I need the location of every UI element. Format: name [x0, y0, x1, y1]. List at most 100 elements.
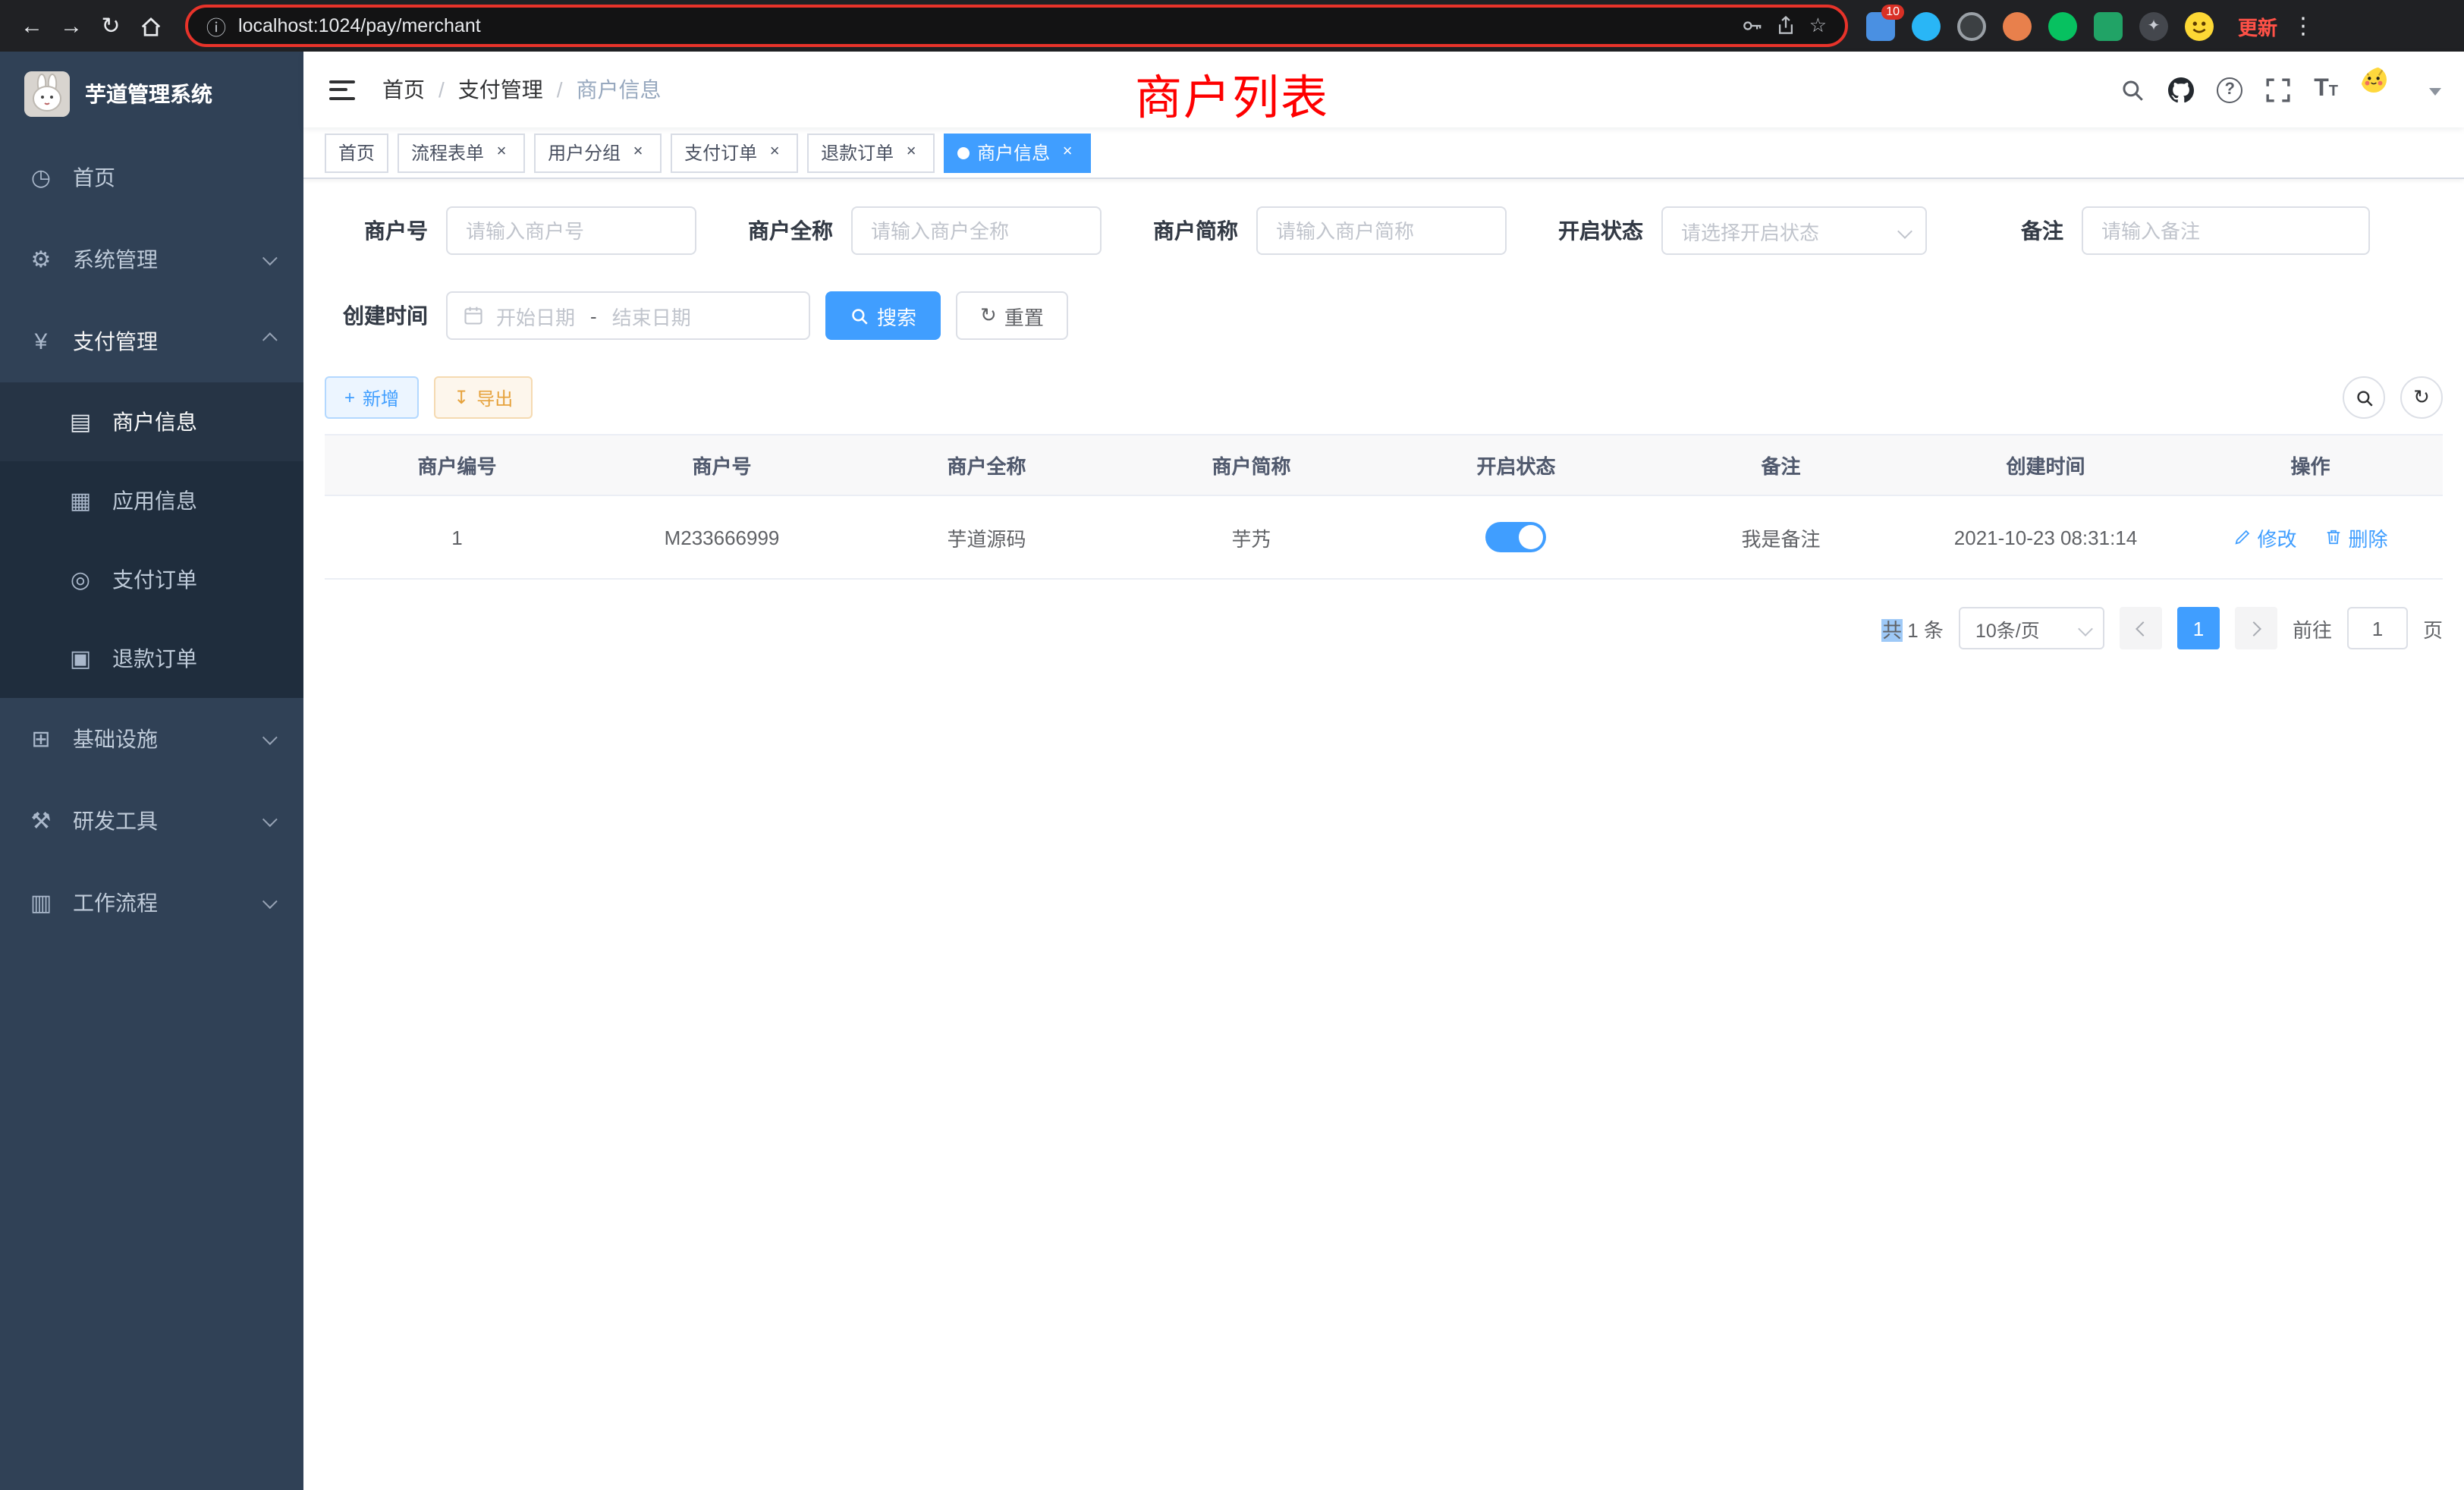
export-button[interactable]: ↧ 导出	[434, 376, 533, 419]
sidebar-item-refund-order[interactable]: ▣ 退款订单	[0, 619, 303, 698]
browser-update-button[interactable]: 更新	[2232, 11, 2283, 40]
sidebar-item-label: 应用信息	[112, 486, 197, 516]
extension-icon-2[interactable]	[1912, 11, 1941, 40]
status-select[interactable]: 请选择开启状态	[1661, 206, 1927, 255]
goto-page-input[interactable]	[2347, 607, 2408, 649]
password-key-icon[interactable]	[1743, 15, 1764, 36]
cell-merchant-id: 1	[325, 495, 589, 579]
help-icon[interactable]: ?	[2217, 77, 2242, 102]
sidebar-item-system[interactable]: ⚙ 系统管理	[0, 218, 303, 300]
profile-avatar-icon[interactable]	[2185, 11, 2214, 40]
share-icon[interactable]	[1776, 15, 1797, 36]
tab-user-group[interactable]: 用户分组 ×	[534, 133, 662, 172]
short-name-input[interactable]	[1256, 206, 1507, 255]
page-size-select[interactable]: 10条/页	[1959, 607, 2104, 649]
tab-refund-order[interactable]: 退款订单 ×	[807, 133, 935, 172]
tab-home[interactable]: 首页	[325, 133, 388, 172]
status-toggle[interactable]	[1486, 522, 1547, 552]
close-icon[interactable]: ×	[628, 143, 648, 162]
cell-full-name: 芋道源码	[854, 495, 1119, 579]
form-item-create-time: 创建时间 开始日期 - 结束日期	[325, 291, 810, 340]
close-icon[interactable]: ×	[765, 143, 784, 162]
goto-suffix: 页	[2423, 614, 2443, 643]
breadcrumb-separator: /	[557, 77, 563, 102]
remark-input[interactable]	[2082, 206, 2370, 255]
delete-button[interactable]: 删除	[2324, 523, 2388, 552]
workflow-icon: ▥	[27, 889, 55, 916]
site-info-icon[interactable]: ⓘ	[206, 11, 226, 40]
merchant-no-input[interactable]	[446, 206, 696, 255]
app-grid-icon: ▦	[67, 487, 94, 514]
extension-icon-6[interactable]	[2094, 11, 2123, 40]
back-icon[interactable]: ←	[12, 6, 52, 46]
home-icon[interactable]	[130, 6, 170, 46]
merchant-no-label: 商户号	[325, 215, 428, 246]
chevron-down-icon	[2078, 621, 2093, 637]
close-icon[interactable]: ×	[901, 143, 921, 162]
sidebar-item-app-info[interactable]: ▦ 应用信息	[0, 461, 303, 540]
next-page-button[interactable]	[2235, 607, 2277, 649]
col-create-time: 创建时间	[1913, 435, 2178, 495]
yen-icon: ¥	[27, 328, 55, 354]
breadcrumb-payment[interactable]: 支付管理	[458, 74, 543, 105]
bookmark-star-icon[interactable]: ☆	[1809, 14, 1827, 38]
search-icon[interactable]	[2120, 77, 2145, 102]
sidebar-item-workflow[interactable]: ▥ 工作流程	[0, 862, 303, 944]
forward-icon[interactable]: →	[52, 6, 91, 46]
github-icon[interactable]	[2168, 77, 2194, 102]
cell-short-name: 芋艿	[1119, 495, 1384, 579]
extension-icon-5[interactable]	[2048, 11, 2077, 40]
extension-icon-1[interactable]: 10	[1866, 11, 1895, 40]
date-end-placeholder: 结束日期	[612, 301, 691, 330]
close-icon[interactable]: ×	[492, 143, 511, 162]
sidebar-item-payment[interactable]: ¥ 支付管理	[0, 300, 303, 382]
sidebar-item-label: 退款订单	[112, 643, 197, 674]
full-name-input[interactable]	[851, 206, 1102, 255]
goto-prefix: 前往	[2293, 614, 2332, 643]
extension-icon-4[interactable]	[2003, 11, 2032, 40]
sidebar-item-label: 商户信息	[112, 407, 197, 437]
edit-button[interactable]: 修改	[2233, 523, 2296, 552]
total-count: 共 1 条	[1882, 614, 1944, 643]
app-logo[interactable]: 芋道管理系统	[0, 52, 303, 137]
create-time-range-picker[interactable]: 开始日期 - 结束日期	[446, 291, 810, 340]
col-status: 开启状态	[1384, 435, 1648, 495]
reload-icon[interactable]: ↻	[91, 6, 130, 46]
user-avatar[interactable]	[2361, 67, 2406, 112]
sidebar-item-merchant-info[interactable]: ▤ 商户信息	[0, 382, 303, 461]
chevron-up-icon	[262, 332, 278, 347]
address-bar[interactable]: ⓘ localhost:1024/pay/merchant ☆	[185, 5, 1848, 47]
avatar-caret-icon[interactable]	[2429, 87, 2441, 101]
sidebar-item-label: 基础设施	[73, 724, 158, 754]
tab-pay-order[interactable]: 支付订单 ×	[671, 133, 798, 172]
prev-page-button[interactable]	[2120, 607, 2162, 649]
toggle-search-button[interactable]	[2343, 376, 2385, 419]
font-size-icon[interactable]: TT	[2314, 77, 2338, 102]
sidebar-item-dev-tools[interactable]: ⚒ 研发工具	[0, 780, 303, 862]
sidebar-item-label: 研发工具	[73, 806, 158, 836]
breadcrumb-home[interactable]: 首页	[382, 74, 425, 105]
extension-icon-7[interactable]: ✦	[2139, 11, 2168, 40]
pagination: 共 1 条 10条/页 1 前往 页	[325, 607, 2443, 649]
refresh-table-button[interactable]: ↻	[2400, 376, 2443, 419]
reset-button[interactable]: ↻ 重置	[956, 291, 1068, 340]
app-title: 芋道管理系统	[85, 79, 212, 109]
hamburger-icon[interactable]	[326, 74, 358, 105]
sidebar-item-home[interactable]: ◷ 首页	[0, 137, 303, 218]
sidebar-item-infrastructure[interactable]: ⊞ 基础设施	[0, 698, 303, 780]
merchant-card-icon: ▤	[67, 408, 94, 435]
col-short-name: 商户简称	[1119, 435, 1384, 495]
browser-menu-icon[interactable]: ⋮	[2283, 6, 2323, 46]
page-button-1[interactable]: 1	[2177, 607, 2220, 649]
gear-icon: ⚙	[27, 246, 55, 273]
close-icon[interactable]: ×	[1058, 143, 1077, 162]
search-button[interactable]: 搜索	[825, 291, 941, 340]
tab-process-form[interactable]: 流程表单 ×	[398, 133, 525, 172]
active-dot-icon	[957, 146, 970, 159]
tab-merchant-info[interactable]: 商户信息 ×	[944, 133, 1091, 172]
fullscreen-icon[interactable]	[2265, 77, 2291, 102]
cell-merchant-no: M233666999	[589, 495, 854, 579]
sidebar-item-pay-order[interactable]: ◎ 支付订单	[0, 540, 303, 619]
extension-icon-3[interactable]	[1957, 11, 1986, 40]
add-button[interactable]: + 新增	[325, 376, 419, 419]
